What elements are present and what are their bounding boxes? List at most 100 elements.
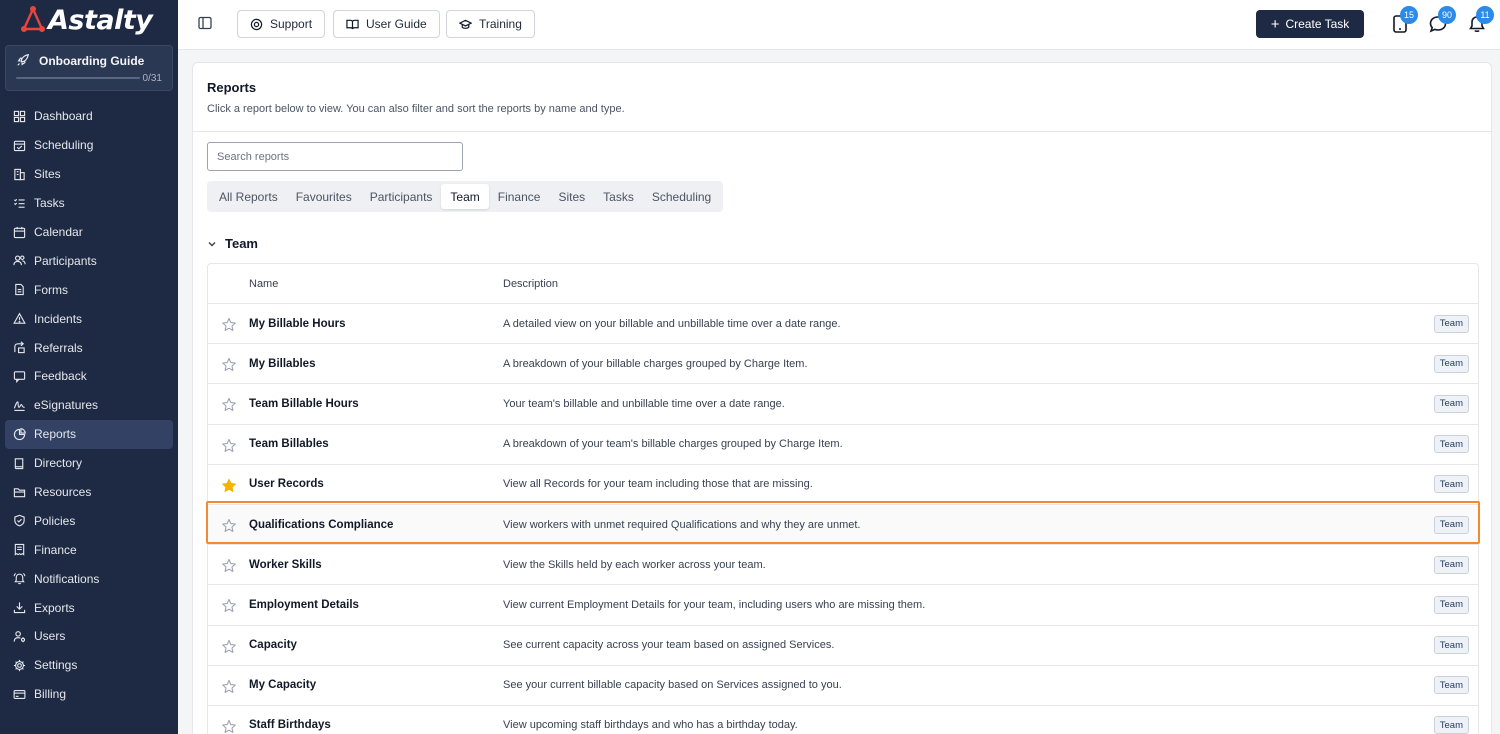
sidebar-item-policies[interactable]: Policies: [5, 506, 173, 535]
table-row[interactable]: User Records View all Records for your te…: [208, 465, 1478, 505]
brand-logo[interactable]: Astalty: [20, 4, 153, 36]
signature-icon: [13, 401, 25, 411]
sidebar-item-exports[interactable]: Exports: [5, 593, 173, 622]
sidebar-item-calendar[interactable]: Calendar: [5, 218, 173, 247]
training-label: Training: [479, 17, 522, 31]
credit-card-icon: [13, 689, 26, 699]
star-outline-icon[interactable]: [221, 639, 237, 655]
sidebar-item-participants[interactable]: Participants: [5, 246, 173, 275]
support-button[interactable]: Support: [237, 10, 326, 38]
sidebar-item-label: Finance: [34, 542, 77, 557]
tab-all-reports[interactable]: All Reports: [210, 184, 287, 209]
calendar-icon: [13, 226, 26, 238]
support-label: Support: [270, 17, 313, 31]
table-row[interactable]: My Capacity See your current billable cap…: [208, 666, 1478, 706]
sidebar-item-referrals[interactable]: Referrals: [5, 333, 173, 362]
sidebar-item-resources[interactable]: Resources: [5, 478, 173, 507]
sidebar-item-esignatures[interactable]: eSignatures: [5, 391, 173, 420]
report-type-badge: Team: [1433, 475, 1469, 494]
report-type-badge: Team: [1433, 555, 1469, 574]
user-guide-button[interactable]: User Guide: [333, 10, 440, 38]
tab-tasks[interactable]: Tasks: [594, 184, 643, 209]
sidebar-item-label: Notifications: [34, 571, 100, 586]
column-header-name[interactable]: Name: [249, 278, 278, 290]
sidebar-item-sites[interactable]: Sites: [5, 160, 173, 189]
sidebar-item-forms[interactable]: Forms: [5, 275, 173, 304]
table-row[interactable]: Capacity See current capacity across your…: [208, 626, 1478, 666]
report-name[interactable]: My Billables: [249, 358, 315, 370]
sidebar-item-incidents[interactable]: Incidents: [5, 304, 173, 333]
create-task-button[interactable]: + Create Task: [1256, 10, 1364, 38]
table-row[interactable]: My Billables A breakdown of your billable…: [208, 344, 1478, 385]
pie-chart-icon: [13, 427, 26, 440]
sidebar-item-reports[interactable]: Reports: [5, 419, 173, 449]
table-row[interactable]: My Billable Hours A detailed view on your…: [208, 304, 1478, 345]
sidebar-item-scheduling[interactable]: Scheduling: [5, 131, 173, 160]
user-cog-icon: [13, 631, 26, 643]
sidebar-toggle-icon[interactable]: [198, 16, 212, 30]
search-reports-input[interactable]: [207, 142, 463, 171]
report-description: See current capacity across your team ba…: [503, 639, 835, 652]
messages-badge: 90: [1438, 6, 1456, 24]
tablet-badge: 15: [1400, 6, 1418, 24]
list-check-icon: [13, 198, 25, 208]
table-row[interactable]: Team Billable Hours Your team's billable …: [208, 384, 1478, 425]
tab-participants[interactable]: Participants: [361, 184, 442, 209]
star-outline-icon[interactable]: [221, 679, 237, 695]
report-name[interactable]: Capacity: [249, 639, 297, 651]
sidebar-item-users[interactable]: Users: [5, 622, 173, 651]
training-button[interactable]: Training: [446, 10, 535, 38]
report-name[interactable]: Team Billable Hours: [249, 398, 359, 410]
sidebar-nav: Dashboard Scheduling Sites Tasks Calendar Par…: [5, 102, 173, 709]
sidebar-item-settings[interactable]: Settings: [5, 651, 173, 680]
tab-scheduling[interactable]: Scheduling: [643, 184, 720, 209]
table-row[interactable]: Team Billables A breakdown of your team's…: [208, 425, 1478, 465]
onboarding-guide[interactable]: Onboarding Guide 0/31: [5, 45, 173, 91]
report-name[interactable]: Worker Skills: [249, 559, 322, 571]
tab-finance[interactable]: Finance: [489, 184, 550, 209]
star-outline-icon[interactable]: [221, 357, 237, 373]
star-outline-icon[interactable]: [221, 598, 237, 614]
sidebar-item-feedback[interactable]: Feedback: [5, 362, 173, 391]
sidebar-item-finance[interactable]: Finance: [5, 535, 173, 564]
star-outline-icon[interactable]: [221, 397, 237, 413]
report-name[interactable]: My Billable Hours: [249, 318, 346, 330]
sidebar-item-label: Feedback: [34, 369, 87, 384]
star-outline-icon[interactable]: [221, 438, 237, 454]
report-description: View all Records for your team including…: [503, 478, 813, 491]
star-filled-icon[interactable]: [221, 478, 237, 494]
brand-name: Astalty: [48, 4, 153, 36]
sidebar-item-dashboard[interactable]: Dashboard: [5, 102, 173, 131]
report-type-badge: Team: [1433, 435, 1469, 454]
sidebar-item-directory[interactable]: Directory: [5, 449, 173, 478]
star-outline-icon[interactable]: [221, 719, 237, 734]
sidebar-item-billing[interactable]: Billing: [5, 680, 173, 709]
sidebar-item-label: Forms: [34, 282, 68, 297]
report-name[interactable]: Employment Details: [249, 599, 359, 611]
table-row[interactable]: Employment Details View current Employmen…: [208, 585, 1478, 626]
report-name[interactable]: Qualifications Compliance: [249, 519, 393, 531]
report-description: Your team's billable and unbillable time…: [503, 397, 785, 410]
table-row[interactable]: Qualifications Compliance View workers wi…: [208, 504, 1478, 546]
column-header-description[interactable]: Description: [503, 278, 558, 290]
star-outline-icon[interactable]: [221, 317, 237, 333]
report-type-badge: Team: [1433, 716, 1469, 734]
sidebar-item-notifications[interactable]: Notifications: [5, 564, 173, 593]
tab-team[interactable]: Team: [441, 184, 489, 209]
sidebar-item-label: Scheduling: [34, 138, 94, 153]
star-outline-icon[interactable]: [221, 558, 237, 574]
tab-favourites[interactable]: Favourites: [287, 184, 361, 209]
sidebar-item-label: Reports: [34, 427, 77, 442]
table-header: Name Description: [208, 264, 1478, 304]
section-header-team[interactable]: Team: [207, 236, 258, 251]
star-outline-icon[interactable]: [221, 518, 237, 534]
sidebar-item-tasks[interactable]: Tasks: [5, 189, 173, 218]
report-name[interactable]: My Capacity: [249, 679, 316, 691]
onboarding-progress-bar: [16, 77, 140, 79]
report-name[interactable]: User Records: [249, 478, 324, 490]
table-row[interactable]: Staff Birthdays View upcoming staff birth…: [208, 706, 1478, 734]
table-row[interactable]: Worker Skills View the Skills held by eac…: [208, 545, 1478, 586]
tab-sites[interactable]: Sites: [549, 184, 594, 209]
report-name[interactable]: Team Billables: [249, 438, 329, 450]
report-name[interactable]: Staff Birthdays: [249, 719, 331, 731]
